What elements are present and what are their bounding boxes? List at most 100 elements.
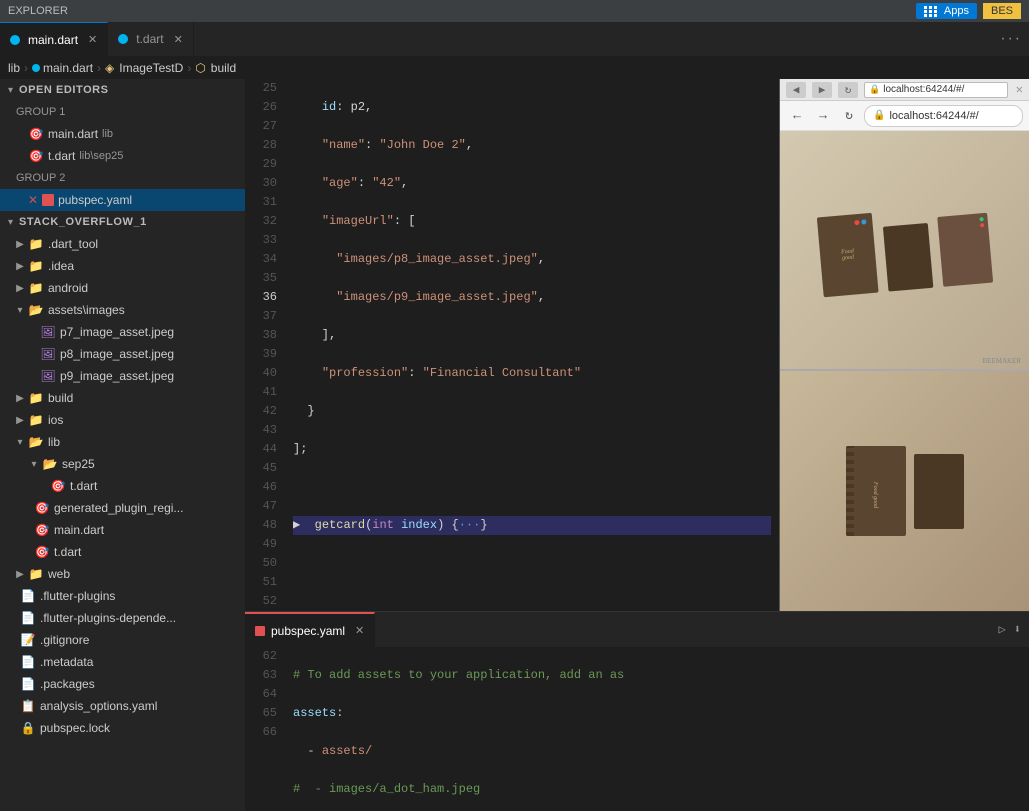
sidebar-item-build[interactable]: ▶ 📁 build <box>0 387 245 409</box>
section-open-editors[interactable]: ▾ OPEN EDITORS <box>0 79 245 101</box>
browser-panel: ◀ ▶ ↻ 🔒 localhost:64244/#/ ✕ ← → ↻ <box>779 79 1029 611</box>
sidebar-item-idea[interactable]: ▶ 📁 .idea <box>0 255 245 277</box>
sidebar-item-t-dart-lib2[interactable]: 🎯 t.dart <box>0 541 245 563</box>
breadcrumb-lib[interactable]: lib <box>8 61 20 75</box>
stack-overflow-arrow: ▾ <box>8 217 13 228</box>
yaml-icon: ✕ <box>28 193 38 207</box>
bottom-tabs: pubspec.yaml ✕ ▷ ⬇ <box>245 612 1029 647</box>
folder-arrow: ▶ <box>12 239 28 250</box>
tab-t-dart[interactable]: t.dart ✕ <box>108 22 194 56</box>
build-folder-icon: 📁 <box>28 391 44 405</box>
box-stripe <box>846 446 854 536</box>
web-arrow: ▶ <box>12 569 28 580</box>
browser-fwd-btn2[interactable]: → <box>812 105 834 127</box>
breadcrumb-dart-icon <box>32 64 40 72</box>
browser-refresh-button[interactable]: ↻ <box>838 82 858 98</box>
ios-arrow: ▶ <box>12 415 28 426</box>
product-box-bottom-1: Food good <box>846 446 906 536</box>
dart-file-icon-2 <box>118 34 128 44</box>
box-label-1: Foodgood <box>840 248 854 261</box>
run-button[interactable]: ▷ <box>999 622 1006 637</box>
sidebar-item-gitignore[interactable]: 📝 .gitignore <box>0 629 245 651</box>
sep25-arrow: ▾ <box>26 459 42 470</box>
sidebar-item-assets[interactable]: ▾ 📂 assets\images <box>0 299 245 321</box>
tab-pubspec-yaml[interactable]: pubspec.yaml ✕ <box>245 612 375 647</box>
sidebar-item-web[interactable]: ▶ 📁 web <box>0 563 245 585</box>
sidebar-item-metadata[interactable]: 📄 .metadata <box>0 651 245 673</box>
build-arrow: ▶ <box>12 393 28 404</box>
sidebar-item-gen-plugin[interactable]: 🎯 generated_plugin_regi... <box>0 497 245 519</box>
browser-close-button[interactable]: ✕ <box>1016 82 1023 97</box>
analysis-icon: 📋 <box>20 699 36 713</box>
metadata-icon: 📄 <box>20 655 36 669</box>
sidebar-item-p9[interactable]: 🖼 p9_image_asset.jpeg <box>0 365 245 387</box>
main-content: ▾ OPEN EDITORS GROUP 1 🎯 main.dart lib 🎯… <box>0 79 1029 811</box>
breadcrumb-imagetestd[interactable]: ◈ ImageTestD <box>105 61 183 75</box>
sidebar-item-main-dart[interactable]: 🎯 main.dart lib <box>0 123 245 145</box>
sidebar-item-p8[interactable]: 🖼 p8_image_asset.jpeg <box>0 343 245 365</box>
tab-main-dart[interactable]: main.dart ✕ <box>0 22 108 56</box>
pubspec-tab-close[interactable]: ✕ <box>355 624 364 637</box>
sidebar-item-packages[interactable]: 📄 .packages <box>0 673 245 695</box>
bottom-code-editor[interactable]: 6263646566 # To add assets to your appli… <box>245 647 1029 811</box>
sidebar-item-android[interactable]: ▶ 📁 android <box>0 277 245 299</box>
sidebar-item-flutter-plugins-dep[interactable]: 📄 .flutter-plugins-depende... <box>0 607 245 629</box>
browser-back-btn2[interactable]: ← <box>786 105 808 127</box>
browser-url-display[interactable]: 🔒 localhost:64244/#/ <box>864 105 1023 127</box>
open-editors-title: OPEN EDITORS <box>19 84 109 96</box>
sidebar-item-lib[interactable]: ▾ 📂 lib <box>0 431 245 453</box>
browser-content: Foodgood BEEMAKER <box>780 131 1029 611</box>
browser-forward-button[interactable]: ▶ <box>812 82 832 98</box>
main-code-editor[interactable]: 252627282930 3132333435 36 3738394041424… <box>245 79 779 611</box>
sidebar-item-pubspec-lock[interactable]: 🔒 pubspec.lock <box>0 717 245 739</box>
t-dart-lib-label: t.dart <box>70 479 97 493</box>
sidebar-item-main-dart-lib[interactable]: 🎯 main.dart <box>0 519 245 541</box>
code-content[interactable]: id: p2, "name": "John Doe 2", "age": "42… <box>285 79 779 611</box>
section-stack-overflow[interactable]: ▾ STACK_OVERFLOW_1 <box>0 211 245 233</box>
sidebar-scroll[interactable]: ▾ OPEN EDITORS GROUP 1 🎯 main.dart lib 🎯… <box>0 79 245 811</box>
apps-button[interactable]: Apps <box>916 3 977 19</box>
sidebar-item-t-dart-lib[interactable]: 🎯 t.dart <box>0 475 245 497</box>
bes-button[interactable]: BES <box>983 3 1021 19</box>
dart-icon: 🎯 <box>28 127 44 141</box>
packages-icon: 📄 <box>20 677 36 691</box>
sidebar-item-pubspec-yaml[interactable]: ✕ pubspec.yaml <box>0 189 245 211</box>
product-box-1: Foodgood <box>816 213 878 297</box>
dart-icon-6: 🎯 <box>34 545 50 559</box>
assets-label: assets\images <box>48 303 125 317</box>
ios-label: ios <box>48 413 63 427</box>
main-dart-label: main.dart <box>48 127 98 141</box>
image-icon-p7: 🖼 <box>40 325 56 339</box>
gitignore-icon: 📝 <box>20 633 36 647</box>
sidebar-item-flutter-plugins[interactable]: 📄 .flutter-plugins <box>0 585 245 607</box>
browser-toolbar: ← → ↻ 🔒 localhost:64244/#/ <box>780 101 1029 131</box>
tab-more-button[interactable]: ··· <box>991 22 1029 56</box>
image-icon-p9: 🖼 <box>40 369 56 383</box>
browser-refresh-btn2[interactable]: ↻ <box>838 105 860 127</box>
p9-label: p9_image_asset.jpeg <box>60 369 174 383</box>
tab-main-dart-close[interactable]: ✕ <box>88 33 97 46</box>
pubspec-tab-icon <box>255 626 265 636</box>
p7-label: p7_image_asset.jpeg <box>60 325 174 339</box>
breadcrumb-maindart[interactable]: main.dart <box>32 61 93 75</box>
line-numbers: 252627282930 3132333435 36 3738394041424… <box>245 79 285 611</box>
bottom-tab-actions: ▷ ⬇ <box>991 612 1029 647</box>
sidebar-item-ios[interactable]: ▶ 📁 ios <box>0 409 245 431</box>
breadcrumb-build[interactable]: ⬡ build <box>195 61 236 75</box>
sep25-folder-icon: 📂 <box>42 457 58 471</box>
editor-row: 252627282930 3132333435 36 3738394041424… <box>245 79 1029 611</box>
build-label: build <box>48 391 73 405</box>
stack-overflow-title: STACK_OVERFLOW_1 <box>19 216 147 228</box>
sidebar-item-analysis[interactable]: 📋 analysis_options.yaml <box>0 695 245 717</box>
sidebar-item-t-dart[interactable]: 🎯 t.dart lib\sep25 <box>0 145 245 167</box>
sidebar-item-p7[interactable]: 🖼 p7_image_asset.jpeg <box>0 321 245 343</box>
download-button[interactable]: ⬇ <box>1014 622 1021 637</box>
product-image-top: Foodgood BEEMAKER <box>780 131 1029 371</box>
sidebar-item-dart-tool[interactable]: ▶ 📁 .dart_tool <box>0 233 245 255</box>
sidebar-item-sep25[interactable]: ▾ 📂 sep25 <box>0 453 245 475</box>
bottom-code-content[interactable]: # To add assets to your application, add… <box>285 647 1029 811</box>
browser-url-bar[interactable]: 🔒 localhost:64244/#/ <box>864 82 1008 98</box>
tab-t-dart-close[interactable]: ✕ <box>174 33 183 46</box>
browser-back-button[interactable]: ◀ <box>786 82 806 98</box>
pubspec-tab-label: pubspec.yaml <box>271 624 345 638</box>
